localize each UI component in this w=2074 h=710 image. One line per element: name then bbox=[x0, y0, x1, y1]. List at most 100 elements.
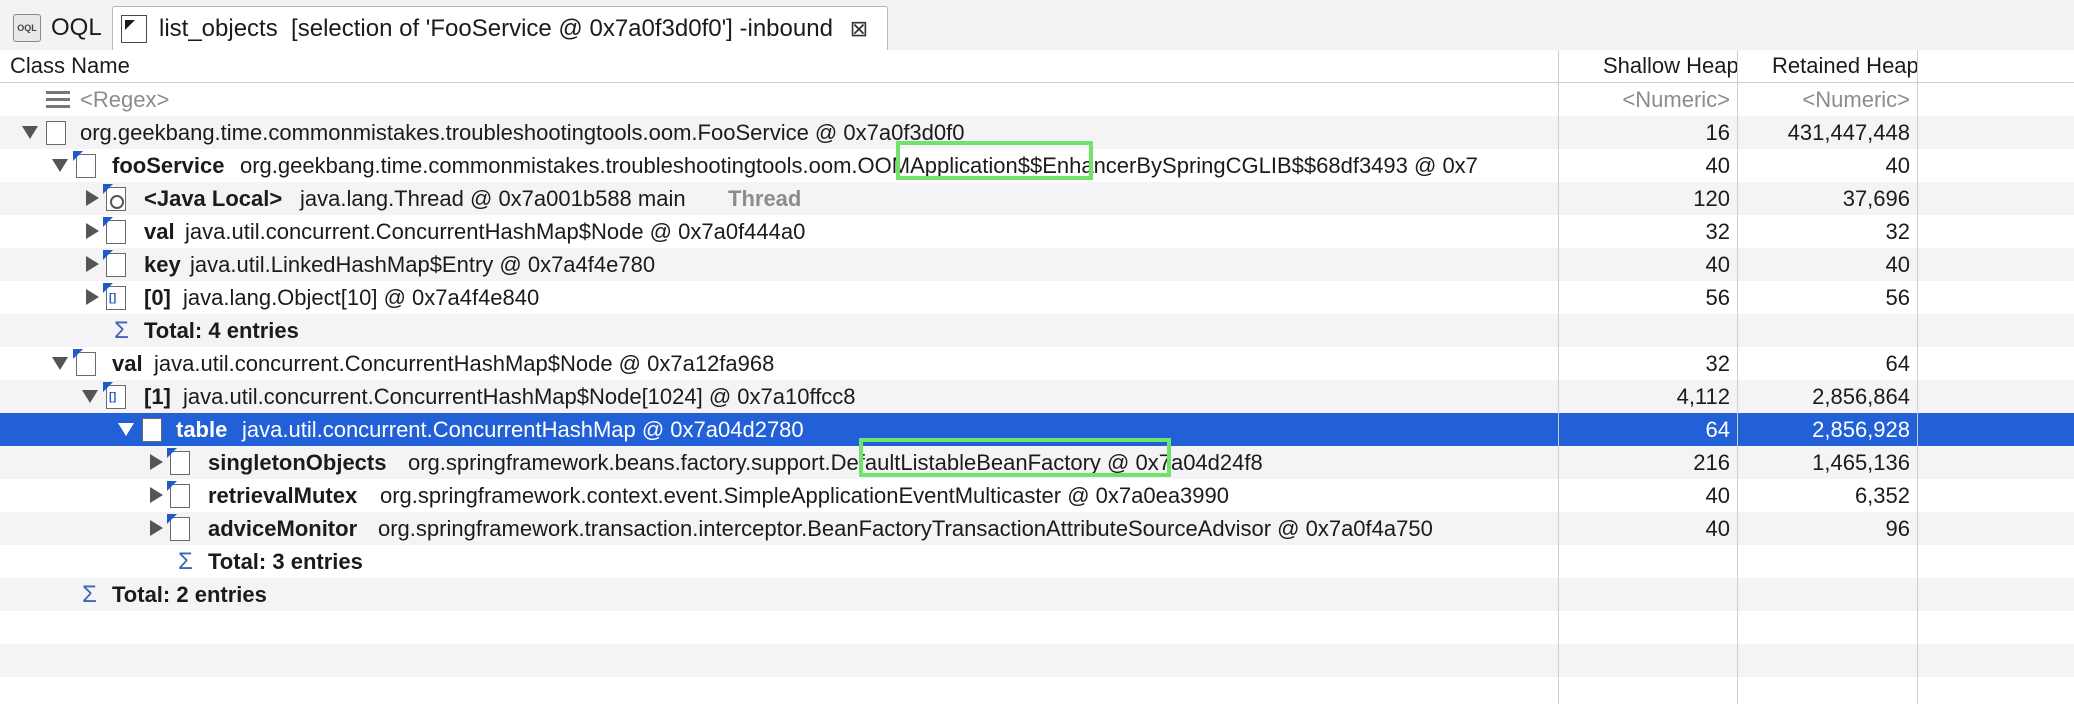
table-row-selected[interactable]: table java.util.concurrent.ConcurrentHas… bbox=[0, 413, 2074, 446]
tab-list-objects[interactable]: list_objects [selection of 'FooService @… bbox=[112, 6, 888, 51]
table-row[interactable]: [1] java.util.concurrent.ConcurrentHashM… bbox=[0, 380, 2074, 413]
table-row[interactable]: fooService org.geekbang.time.commonmista… bbox=[0, 149, 2074, 182]
shallow-heap-value: 40 bbox=[1705, 153, 1730, 178]
expand-triangle-icon[interactable] bbox=[86, 256, 99, 272]
sum-icon: Σ bbox=[114, 317, 129, 344]
row-type: java.util.concurrent.ConcurrentHashMap$N… bbox=[185, 219, 806, 244]
collapse-triangle-icon[interactable] bbox=[22, 126, 38, 139]
reference-object-icon bbox=[167, 448, 190, 475]
reference-object-icon bbox=[73, 349, 96, 376]
retained-heap-value: 96 bbox=[1885, 516, 1910, 541]
column-divider[interactable] bbox=[1737, 50, 1738, 704]
total-entries-label: Total: 2 entries bbox=[112, 582, 267, 607]
collapse-triangle-icon[interactable] bbox=[82, 390, 98, 403]
shallow-heap-value: 64 bbox=[1705, 417, 1730, 442]
row-field-name: key bbox=[144, 252, 181, 277]
collapse-triangle-icon[interactable] bbox=[52, 357, 68, 370]
reference-object-icon bbox=[167, 481, 190, 508]
retained-heap-value: 40 bbox=[1885, 252, 1910, 277]
object-tree-table: Class Name Shallow Heap Retained Heap <R… bbox=[0, 50, 2074, 704]
object-icon bbox=[142, 418, 162, 442]
table-row-total: Σ Total: 2 entries bbox=[0, 578, 2074, 611]
array-object-icon bbox=[103, 382, 126, 409]
reference-object-icon bbox=[73, 151, 96, 178]
empty-row bbox=[0, 644, 2074, 677]
table-row[interactable]: adviceMonitor org.springframework.transa… bbox=[0, 512, 2074, 545]
table-row[interactable]: val java.util.concurrent.ConcurrentHashM… bbox=[0, 347, 2074, 380]
expand-triangle-icon[interactable] bbox=[150, 454, 163, 470]
row-field-name: [1] bbox=[144, 384, 171, 409]
expand-triangle-icon[interactable] bbox=[86, 289, 99, 305]
sum-icon: Σ bbox=[82, 581, 97, 608]
column-divider[interactable] bbox=[1558, 50, 1559, 704]
retained-filter-input[interactable]: <Numeric> bbox=[1740, 83, 1910, 116]
retained-heap-value: 37,696 bbox=[1842, 186, 1910, 211]
table-row[interactable]: [0] java.lang.Object[10] @ 0x7a4f4e840 5… bbox=[0, 281, 2074, 314]
shallow-heap-value: 32 bbox=[1705, 351, 1730, 376]
column-header-retained-heap[interactable]: Retained Heap bbox=[1772, 53, 1919, 79]
row-type: java.lang.Thread @ 0x7a001b588 main bbox=[300, 186, 686, 211]
expand-triangle-icon[interactable] bbox=[150, 487, 163, 503]
retained-heap-value: 32 bbox=[1885, 219, 1910, 244]
row-type: org.springframework.context.event.Simple… bbox=[380, 483, 1229, 508]
retained-heap-value: 56 bbox=[1885, 285, 1910, 310]
reference-object-icon bbox=[167, 514, 190, 541]
table-row[interactable]: retrievalMutex org.springframework.conte… bbox=[0, 479, 2074, 512]
column-header-class-name[interactable]: Class Name bbox=[10, 53, 130, 79]
table-row[interactable]: org.geekbang.time.commonmistakes.trouble… bbox=[0, 116, 2074, 149]
retained-heap-value: 1,465,136 bbox=[1812, 450, 1910, 475]
total-entries-label: Total: 4 entries bbox=[144, 318, 299, 343]
close-tab-icon[interactable]: ⊠ bbox=[847, 16, 871, 41]
row-type-extra: Thread bbox=[728, 186, 802, 211]
shallow-heap-value: 16 bbox=[1705, 120, 1730, 145]
reference-object-icon bbox=[103, 250, 126, 277]
sum-icon: Σ bbox=[178, 548, 193, 575]
empty-row bbox=[0, 677, 2074, 710]
retained-heap-value: 64 bbox=[1885, 351, 1910, 376]
tab-oql-label: OQL bbox=[51, 13, 102, 41]
table-row-total: Σ Total: 4 entries bbox=[0, 314, 2074, 347]
retained-heap-value: 6,352 bbox=[1854, 483, 1910, 508]
shallow-heap-value: 32 bbox=[1705, 219, 1730, 244]
regex-filter-input[interactable]: <Regex> bbox=[80, 83, 169, 116]
shallow-heap-value: 56 bbox=[1705, 285, 1730, 310]
row-field-name: adviceMonitor bbox=[208, 516, 358, 541]
collapse-triangle-icon[interactable] bbox=[118, 423, 134, 436]
array-object-icon bbox=[103, 283, 126, 310]
shallow-filter-input[interactable]: <Numeric> bbox=[1560, 83, 1730, 116]
row-field-name: retrievalMutex bbox=[208, 483, 358, 508]
table-row[interactable]: val java.util.concurrent.ConcurrentHashM… bbox=[0, 215, 2074, 248]
table-row[interactable]: key java.util.LinkedHashMap$Entry @ 0x7a… bbox=[0, 248, 2074, 281]
shallow-heap-value: 120 bbox=[1693, 186, 1730, 211]
tab-list-objects-label: list_objects [selection of 'FooService @… bbox=[159, 15, 833, 42]
table-row[interactable]: <Java Local> java.lang.Thread @ 0x7a001b… bbox=[0, 182, 2074, 215]
row-type: java.util.concurrent.ConcurrentHashMap$N… bbox=[183, 384, 856, 409]
row-type: java.util.concurrent.ConcurrentHashMap$N… bbox=[154, 351, 775, 376]
column-divider[interactable] bbox=[1917, 50, 1918, 704]
row-type: java.util.concurrent.ConcurrentHashMap @… bbox=[242, 417, 804, 442]
table-row-total: Σ Total: 3 entries bbox=[0, 545, 2074, 578]
editor-tab-bar: OQL OQL list_objects [selection of 'FooS… bbox=[0, 0, 2074, 51]
table-row[interactable]: singletonObjects org.springframework.bea… bbox=[0, 446, 2074, 479]
row-type: org.geekbang.time.commonmistakes.trouble… bbox=[240, 153, 1478, 178]
filter-row: <Regex> <Numeric> <Numeric> bbox=[0, 83, 2074, 116]
tab-oql[interactable]: OQL OQL bbox=[6, 4, 112, 50]
shallow-heap-value: 216 bbox=[1693, 450, 1730, 475]
row-type: org.geekbang.time.commonmistakes.trouble… bbox=[80, 120, 965, 145]
retained-heap-value: 431,447,448 bbox=[1787, 120, 1910, 145]
expand-triangle-icon[interactable] bbox=[86, 223, 99, 239]
retained-heap-value: 40 bbox=[1885, 153, 1910, 178]
collapse-triangle-icon[interactable] bbox=[52, 159, 68, 172]
row-type: java.util.LinkedHashMap$Entry @ 0x7a4f4e… bbox=[190, 252, 656, 277]
expand-triangle-icon[interactable] bbox=[150, 520, 163, 536]
row-field-name: [0] bbox=[144, 285, 171, 310]
row-field-name: singletonObjects bbox=[208, 450, 387, 475]
oql-icon: OQL bbox=[13, 13, 41, 42]
shallow-heap-value: 40 bbox=[1705, 483, 1730, 508]
expand-triangle-icon[interactable] bbox=[86, 190, 99, 206]
row-field-name: val bbox=[144, 219, 175, 244]
row-field-name: fooService bbox=[112, 153, 225, 178]
column-header-shallow-heap[interactable]: Shallow Heap bbox=[1603, 53, 1739, 79]
filter-icon bbox=[46, 89, 70, 111]
shallow-heap-value: 40 bbox=[1705, 516, 1730, 541]
